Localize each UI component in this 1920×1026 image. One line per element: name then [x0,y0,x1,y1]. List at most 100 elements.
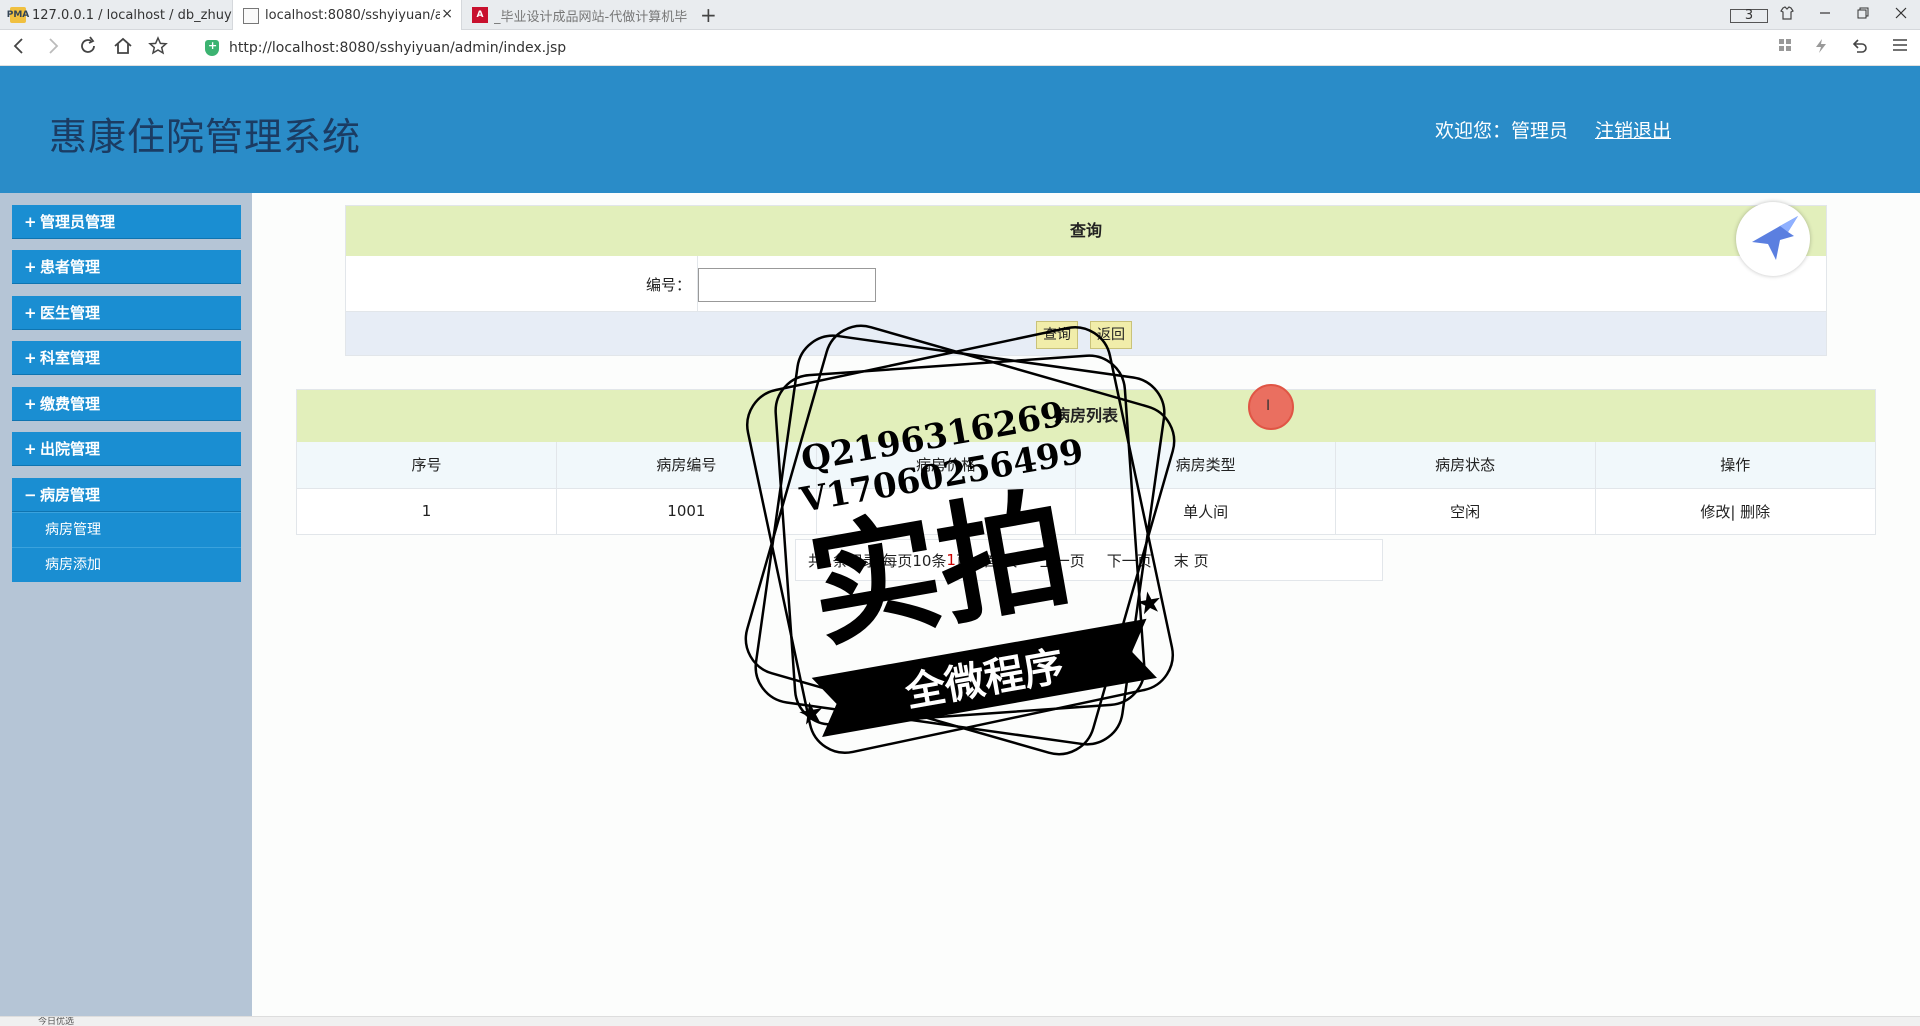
cell-index: 1 [297,488,558,534]
sidebar-item-wards[interactable]: − 病房管理 [12,478,241,512]
window-controls: 3 [1730,0,1920,30]
ward-table: 序号 病房编号 病房价格 病房类型 病房状态 操作 1 1001 单人间 空闲 … [297,442,1875,534]
pager-prev[interactable]: 上一页 [1040,550,1085,571]
expand-icon: + [24,395,37,413]
lightning-icon[interactable] [1814,38,1828,58]
sidebar-item-label: 管理员管理 [40,213,116,231]
cell-ward-status: 空闲 [1335,488,1596,534]
pager-prefix: 共 [808,551,824,570]
browser-tab-admin[interactable]: localhost:8080/sshyiyuan/adm × [232,0,462,31]
sidebar-item-payments[interactable]: + 缴费管理 [12,387,241,421]
ward-list-panel: 病房列表 序号 病房编号 病房价格 病房类型 病房状态 操作 1 1001 单人… [296,389,1876,535]
pager-next[interactable]: 下一页 [1107,550,1152,571]
back-button[interactable]: 返回 [1090,321,1132,349]
tab-title: localhost:8080/sshyiyuan/adm [265,8,440,23]
sidebar-item-label: 缴费管理 [40,395,101,413]
sidebar-item-label: 医生管理 [40,304,101,322]
close-tab-icon[interactable]: × [441,6,453,22]
pager-last[interactable]: 末 页 [1174,550,1209,571]
column-header: 病房类型 [1075,442,1336,489]
app-title: 惠康住院管理系统 [49,115,362,159]
security-shield-icon [205,39,219,56]
sidebar-item-doctors[interactable]: + 医生管理 [12,296,241,330]
skin-icon[interactable] [1768,6,1806,24]
sidebar-subitem-ward-manage[interactable]: 病房管理 [12,512,241,547]
tab-count-badge[interactable]: 3 [1730,8,1768,23]
expand-icon: + [24,440,37,458]
main-content: 查询 编号： 查询 返回 病房列表 序号 病房编号 病房价格 病房类型 病房状态… [252,193,1920,1016]
column-header: 病房编号 [556,442,817,489]
browser-address-bar: http://localhost:8080/sshyiyuan/admin/in… [0,30,1920,66]
tab-title: 127.0.0.1 / localhost / db_zhuy [32,7,232,23]
cell-ward-code: 1001 [556,488,817,534]
browser-tab-phpmyadmin[interactable]: PMA 127.0.0.1 / localhost / db_zhuy [0,0,232,30]
status-text: 今日优选 [38,1017,75,1026]
edit-link[interactable]: 修改 [1700,503,1730,521]
delete-link[interactable]: 删除 [1735,503,1770,521]
code-field-label: 编号： [645,276,691,294]
phpmyadmin-icon: PMA [7,7,29,23]
code-search-input[interactable] [698,268,876,302]
menu-icon[interactable] [1892,38,1908,58]
back-icon[interactable] [6,36,30,60]
pager-total: 1 [823,551,833,569]
site-a-icon: A [472,7,488,23]
undo-icon[interactable] [1850,38,1870,58]
welcome-text: 欢迎您：管理员 [1435,120,1569,142]
url-text: http://localhost:8080/sshyiyuan/admin/in… [229,40,567,56]
pager-first[interactable]: 首 页 [983,550,1018,571]
cursor-highlight [1248,384,1294,430]
pager-pages: 1 [946,551,956,569]
sidebar-item-departments[interactable]: + 科室管理 [12,341,241,375]
cell-ward-type: 单人间 [1075,488,1336,534]
sidebar-item-label: 科室管理 [40,349,101,367]
sidebar-submenu-wards: 病房管理 病房添加 [12,512,241,582]
expand-icon: + [24,304,37,322]
ward-list-title: 病房列表 [297,390,1875,442]
close-window-icon[interactable] [1882,7,1920,23]
browser-tab-website[interactable]: A _毕业设计成品网站-代做计算机毕 [462,0,687,30]
text-cursor-icon: I [1266,398,1271,414]
column-header: 序号 [297,442,558,489]
pager-suffix: 页 [955,551,971,570]
query-button[interactable]: 查询 [1036,321,1078,349]
toolbar-right [1778,38,1908,58]
table-header-row: 序号 病房编号 病房价格 病房类型 病房状态 操作 [297,442,1875,489]
search-row: 编号： [346,256,1826,312]
restore-icon[interactable] [1844,7,1882,23]
sidebar-item-admin[interactable]: + 管理员管理 [12,205,241,239]
expand-icon: + [24,258,37,276]
cell-actions: 修改| 删除 [1595,488,1875,534]
browser-tabbar: PMA 127.0.0.1 / localhost / db_zhuy loca… [0,0,1920,31]
sidebar-item-discharge[interactable]: + 出院管理 [12,432,241,466]
home-icon[interactable] [111,36,135,61]
column-header: 操作 [1595,442,1875,489]
sidebar-item-label: 患者管理 [40,258,101,276]
pager-mid: 条记录 每页10条 [832,551,947,570]
table-row: 1 1001 单人间 空闲 修改| 删除 [297,488,1875,534]
forward-icon[interactable] [42,36,66,60]
sidebar-item-patients[interactable]: + 患者管理 [12,250,241,284]
new-tab-button[interactable]: + [700,3,717,27]
reload-icon[interactable] [76,36,100,61]
hummingbird-icon[interactable] [1736,202,1810,276]
collapse-icon: − [24,486,37,504]
cell-ward-price [816,488,1077,534]
sidebar-subitem-ward-add[interactable]: 病房添加 [12,547,241,582]
expand-icon: + [24,349,37,367]
minimize-icon[interactable] [1806,7,1844,23]
browser-status-bar: 今日优选 [0,1016,1920,1026]
search-panel-title: 查询 [346,206,1826,256]
app-header: 惠康住院管理系统 欢迎您：管理员 注销退出 [0,66,1920,193]
grid-apps-icon[interactable] [1778,38,1792,58]
search-panel: 查询 编号： 查询 返回 [345,205,1827,356]
bookmark-star-icon[interactable] [146,36,170,61]
sidebar-item-label: 出院管理 [40,440,101,458]
pagination: 共 1 条记录 每页10条 1 页 首 页 上一页 下一页 末 页 [795,539,1383,581]
column-header: 病房状态 [1335,442,1596,489]
search-buttons: 查询 返回 [346,312,1826,355]
page-icon [243,7,259,24]
url-field[interactable]: http://localhost:8080/sshyiyuan/admin/in… [205,36,566,60]
logout-link[interactable]: 注销退出 [1595,116,1671,143]
tab-title: _毕业设计成品网站-代做计算机毕 [494,9,687,25]
